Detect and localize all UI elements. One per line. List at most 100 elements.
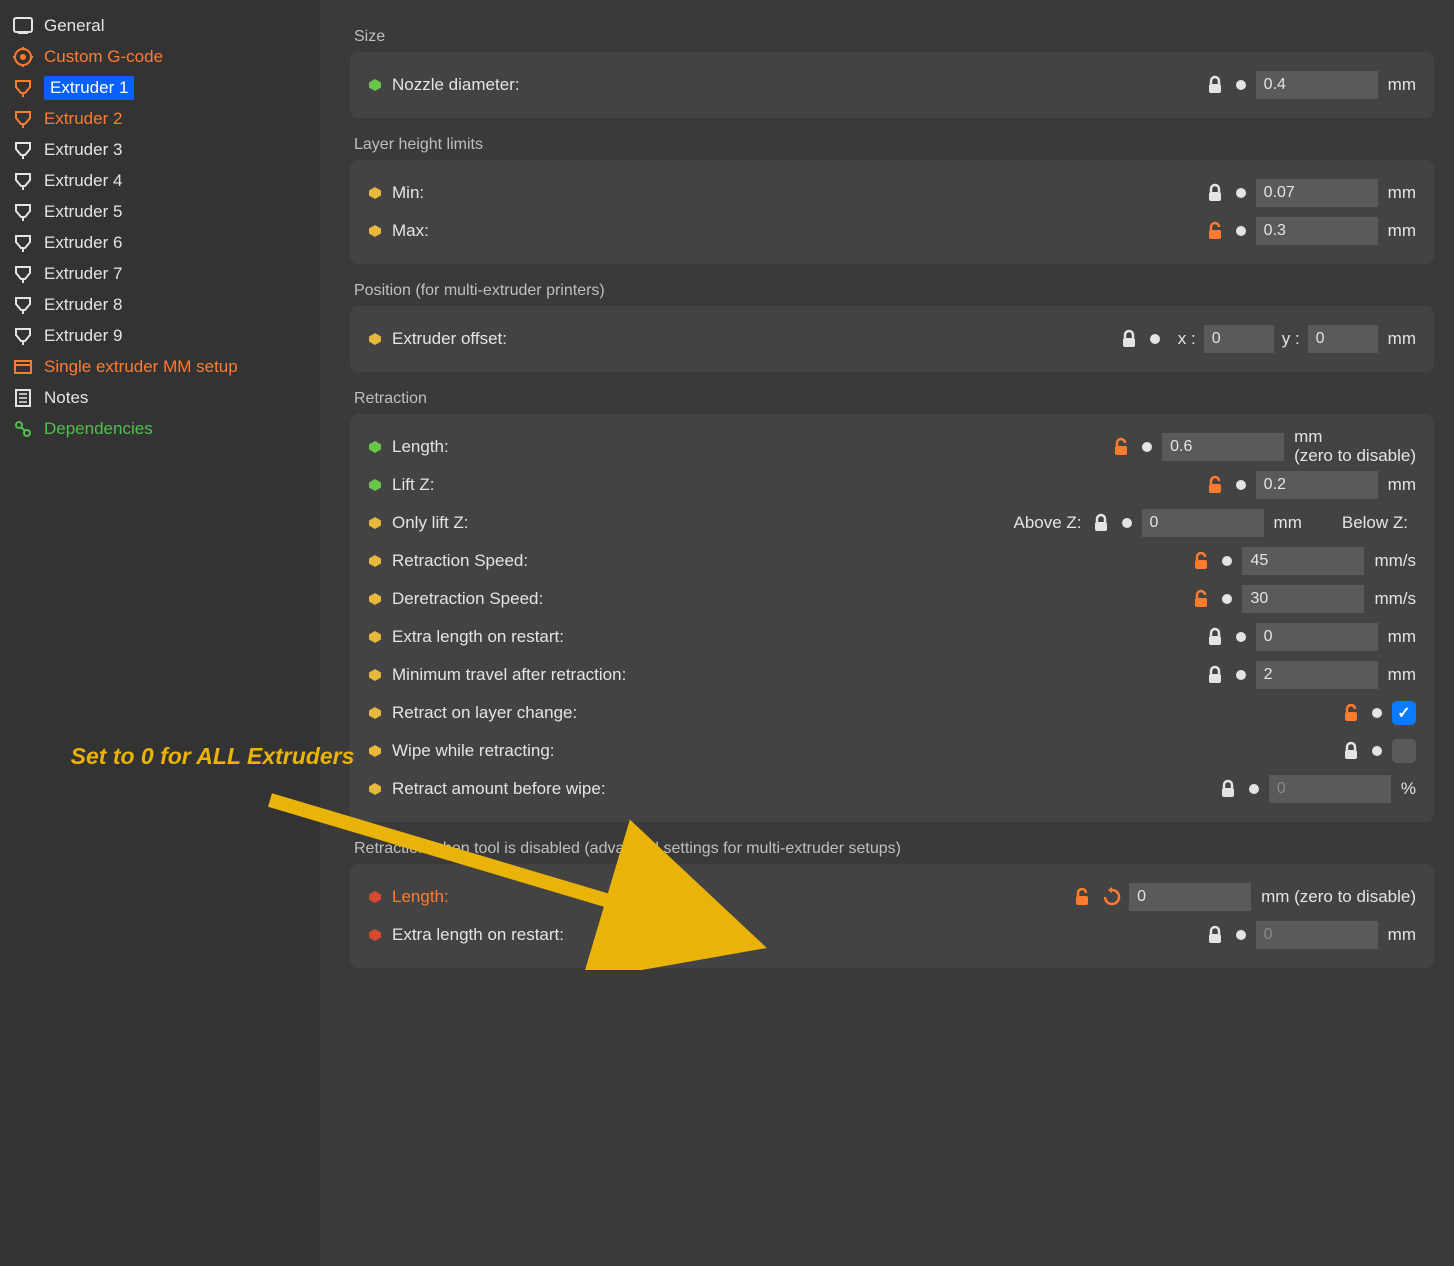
input-layer-max[interactable] bbox=[1256, 217, 1378, 245]
label-below-z: Below Z: bbox=[1342, 513, 1408, 533]
input-above-z[interactable] bbox=[1142, 509, 1264, 537]
input-offset-y[interactable] bbox=[1308, 325, 1378, 353]
sidebar-item-extruder-3[interactable]: Extruder 3 bbox=[0, 134, 320, 165]
lock-icon[interactable] bbox=[1204, 220, 1226, 242]
dot-icon bbox=[1372, 708, 1382, 718]
sidebar-item-extruder-9[interactable]: Extruder 9 bbox=[0, 320, 320, 351]
label-deretraction-speed: Deretraction Speed: bbox=[392, 589, 543, 609]
input-tool-length[interactable] bbox=[1129, 883, 1251, 911]
lock-icon[interactable] bbox=[1340, 702, 1362, 724]
checkbox-wipe-retracting[interactable] bbox=[1392, 739, 1416, 763]
unit-mm: mm bbox=[1388, 627, 1416, 647]
label-nozzle-diameter: Nozzle diameter: bbox=[392, 75, 520, 95]
lock-icon[interactable] bbox=[1340, 740, 1362, 762]
unit-mm-disable: mm (zero to disable) bbox=[1261, 887, 1416, 907]
sidebar-item-extruder-8[interactable]: Extruder 8 bbox=[0, 289, 320, 320]
sidebar-item-label: Extruder 6 bbox=[44, 233, 122, 253]
sidebar-item-extruder-4[interactable]: Extruder 4 bbox=[0, 165, 320, 196]
sidebar-item-custom-g-code[interactable]: Custom G-code bbox=[0, 41, 320, 72]
lock-icon[interactable] bbox=[1217, 778, 1239, 800]
input-lift-z[interactable] bbox=[1256, 471, 1378, 499]
sidebar-item-general[interactable]: General bbox=[0, 10, 320, 41]
label-layer-min: Min: bbox=[392, 183, 424, 203]
label-retract-layer-change: Retract on layer change: bbox=[392, 703, 577, 723]
input-extra-length-restart[interactable] bbox=[1256, 623, 1378, 651]
section-title-position: Position (for multi-extruder printers) bbox=[354, 282, 1434, 300]
lock-icon[interactable] bbox=[1204, 474, 1226, 496]
extruder-icon bbox=[12, 201, 34, 223]
row-retract-layer-change: Retract on layer change: bbox=[368, 694, 1416, 732]
sidebar-item-notes[interactable]: Notes bbox=[0, 382, 320, 413]
row-layer-max: Max: mm bbox=[368, 212, 1416, 250]
lock-icon[interactable] bbox=[1204, 664, 1226, 686]
row-extra-length-restart: Extra length on restart: mm bbox=[368, 618, 1416, 656]
input-deretraction-speed[interactable] bbox=[1242, 585, 1364, 613]
label-y: y : bbox=[1282, 329, 1300, 349]
dot-icon bbox=[1222, 594, 1232, 604]
extruder-icon bbox=[12, 77, 34, 99]
input-retract-before-wipe[interactable] bbox=[1269, 775, 1391, 803]
dot-icon bbox=[1236, 930, 1246, 940]
label-retraction-speed: Retraction Speed: bbox=[392, 551, 528, 571]
dot-icon bbox=[1150, 334, 1160, 344]
sidebar-item-extruder-6[interactable]: Extruder 6 bbox=[0, 227, 320, 258]
label-only-lift-z: Only lift Z: bbox=[392, 513, 469, 533]
mm-icon bbox=[12, 356, 34, 378]
input-retraction-length[interactable] bbox=[1162, 433, 1284, 461]
checkbox-retract-layer-change[interactable] bbox=[1392, 701, 1416, 725]
extruder-icon bbox=[12, 170, 34, 192]
sidebar-item-label: Extruder 8 bbox=[44, 295, 122, 315]
lock-icon[interactable] bbox=[1204, 924, 1226, 946]
reset-icon[interactable] bbox=[1101, 886, 1123, 908]
panel-layer: Min: mm Max: mm bbox=[350, 160, 1434, 264]
sidebar-item-label: Single extruder MM setup bbox=[44, 357, 238, 377]
hex-icon bbox=[368, 668, 382, 682]
sidebar-item-dependencies[interactable]: Dependencies bbox=[0, 413, 320, 444]
sidebar-item-extruder-2[interactable]: Extruder 2 bbox=[0, 103, 320, 134]
unit-mm: mm bbox=[1388, 329, 1416, 349]
lock-icon[interactable] bbox=[1090, 512, 1112, 534]
label-tool-length: Length: bbox=[392, 887, 449, 907]
lock-icon[interactable] bbox=[1190, 550, 1212, 572]
lock-icon[interactable] bbox=[1118, 328, 1140, 350]
unit-mm: mm bbox=[1388, 925, 1416, 945]
lock-icon[interactable] bbox=[1204, 182, 1226, 204]
sidebar-item-extruder-5[interactable]: Extruder 5 bbox=[0, 196, 320, 227]
deps-icon bbox=[12, 418, 34, 440]
unit-mm: mm bbox=[1274, 513, 1302, 533]
extruder-icon bbox=[12, 294, 34, 316]
panel-size: Nozzle diameter: mm bbox=[350, 52, 1434, 118]
input-retraction-speed[interactable] bbox=[1242, 547, 1364, 575]
hex-icon bbox=[368, 186, 382, 200]
lock-icon[interactable] bbox=[1190, 588, 1212, 610]
input-nozzle-diameter[interactable] bbox=[1256, 71, 1378, 99]
row-retraction-speed: Retraction Speed: mm/s bbox=[368, 542, 1416, 580]
row-wipe-retracting: Wipe while retracting: bbox=[368, 732, 1416, 770]
unit-mm: mm bbox=[1388, 75, 1416, 95]
input-layer-min[interactable] bbox=[1256, 179, 1378, 207]
input-offset-x[interactable] bbox=[1204, 325, 1274, 353]
lock-icon[interactable] bbox=[1204, 74, 1226, 96]
unit-mm: mm bbox=[1388, 221, 1416, 241]
notes-icon bbox=[12, 387, 34, 409]
sidebar-item-extruder-7[interactable]: Extruder 7 bbox=[0, 258, 320, 289]
sidebar-item-extruder-1[interactable]: Extruder 1 bbox=[0, 72, 320, 103]
lock-icon[interactable] bbox=[1110, 436, 1132, 458]
sidebar-item-single-extruder-mm-setup[interactable]: Single extruder MM setup bbox=[0, 351, 320, 382]
lock-icon[interactable] bbox=[1204, 626, 1226, 648]
input-min-travel[interactable] bbox=[1256, 661, 1378, 689]
lock-icon[interactable] bbox=[1071, 886, 1093, 908]
annotation-text: Set to 0 for ALL Extruders bbox=[60, 742, 365, 771]
hex-icon bbox=[368, 592, 382, 606]
sidebar-item-label: Dependencies bbox=[44, 419, 153, 439]
hex-icon bbox=[368, 440, 382, 454]
input-tool-extra[interactable] bbox=[1256, 921, 1378, 949]
row-layer-min: Min: mm bbox=[368, 174, 1416, 212]
label-lift-z: Lift Z: bbox=[392, 475, 435, 495]
row-tool-extra: Extra length on restart: mm bbox=[368, 916, 1416, 954]
dot-icon bbox=[1236, 632, 1246, 642]
label-above-z: Above Z: bbox=[1013, 513, 1081, 533]
extruder-icon bbox=[12, 139, 34, 161]
sidebar-item-label: Extruder 5 bbox=[44, 202, 122, 222]
extruder-icon bbox=[12, 263, 34, 285]
